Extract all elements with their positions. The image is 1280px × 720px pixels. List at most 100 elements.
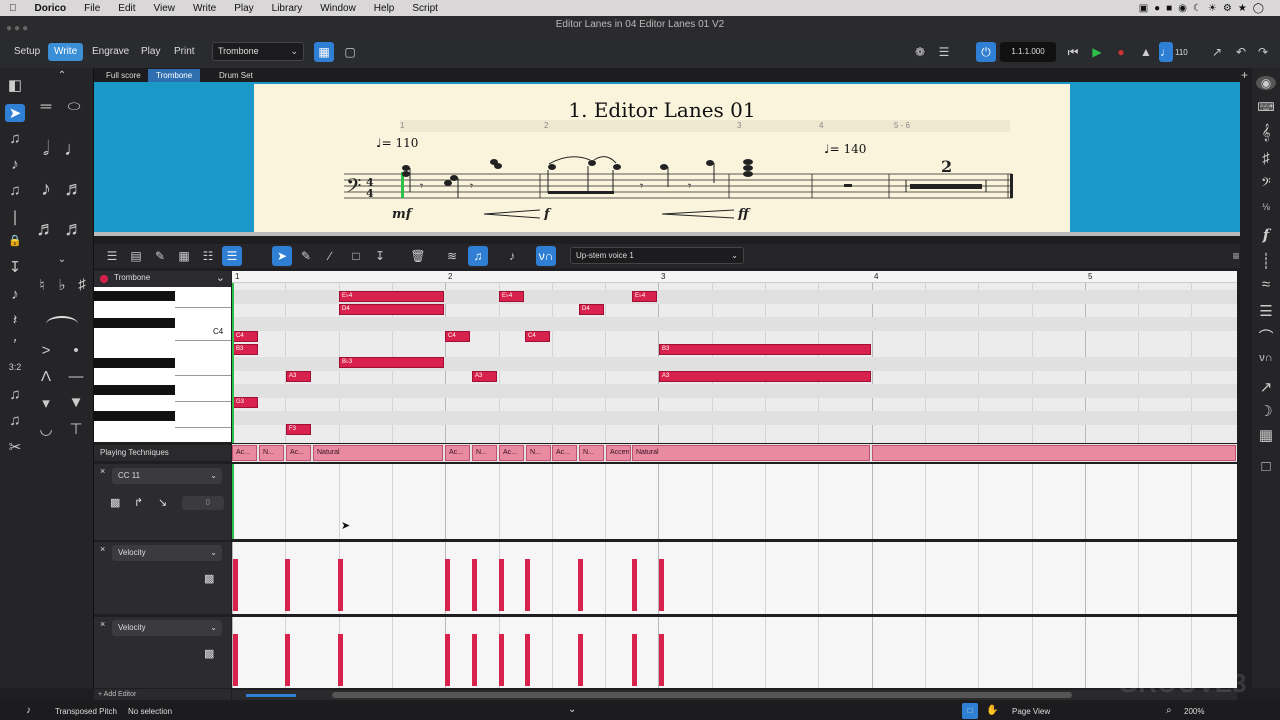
velocity-bar[interactable] (233, 559, 238, 611)
ramp-curve-icon[interactable]: ↘ (158, 496, 167, 509)
velocity-bar[interactable] (285, 634, 290, 686)
velocity-bar[interactable] (659, 634, 664, 686)
cc-lane-select[interactable]: CC 11 ⌄ (112, 468, 222, 484)
treble-clef-icon[interactable]: 𝄞 (1256, 124, 1276, 141)
note-block[interactable]: A3 (472, 371, 497, 382)
technique-segment[interactable]: Ac... (445, 445, 470, 461)
chevron-up-icon[interactable]: ⌃ (52, 70, 72, 81)
half-note-icon[interactable]: 𝅗𝅥 (36, 138, 56, 161)
technique-segment[interactable] (872, 445, 1236, 461)
technique-segment[interactable]: N... (259, 445, 284, 461)
tempo-value[interactable]: 110 (1175, 48, 1188, 57)
select-tool-icon[interactable]: ➤ (272, 246, 292, 266)
tenuto-accent-icon[interactable]: ⊤ (66, 420, 86, 438)
score-page[interactable]: 1. Editor Lanes 01 1 2 3 4 5 - 6 ♩= 110 … (254, 84, 1070, 236)
unstress-icon[interactable]: ◡ (36, 420, 56, 438)
ear-icon[interactable]: ☽ (1256, 402, 1276, 420)
caret-icon[interactable]: ♫ (5, 412, 25, 429)
velocity-bar[interactable] (578, 559, 583, 611)
note-block[interactable]: E♭4 (339, 291, 444, 302)
zoom-slider[interactable] (246, 694, 296, 697)
mode-write-button[interactable]: Write (48, 43, 84, 61)
line-tool-icon[interactable]: ∕ (320, 246, 340, 266)
slur-icon[interactable] (46, 316, 78, 324)
zoom-icon[interactable]: ⌕ (1166, 705, 1172, 716)
technique-segment[interactable]: Ac... (499, 445, 524, 461)
velocity-bar[interactable] (525, 634, 530, 686)
apple-icon[interactable]:  (0, 3, 26, 14)
mode-engrave-button[interactable]: Engrave (86, 43, 135, 61)
chevron-down-icon[interactable]: ⌄ (216, 271, 225, 284)
bar-graph-icon[interactable]: ▩ (204, 572, 214, 585)
accent-icon[interactable]: > (36, 342, 56, 359)
black-key[interactable] (94, 411, 175, 421)
key-signature-icon[interactable]: ♯ (1256, 150, 1276, 167)
velocity-lane-select[interactable]: Velocity ⌄ (112, 620, 222, 636)
velocity-bar[interactable] (632, 559, 637, 611)
close-icon[interactable]: × (100, 466, 105, 476)
note-block[interactable]: E♭4 (499, 291, 524, 302)
mode-print-button[interactable]: Print (168, 43, 201, 61)
close-icon[interactable]: × (100, 619, 105, 629)
cc-lane[interactable]: ➤ (232, 464, 1237, 539)
thirty-second-note-icon[interactable]: ♬ (36, 218, 56, 241)
metronome-icon[interactable]: ▲ (1136, 42, 1156, 62)
tab-drum-set[interactable]: Drum Set (211, 69, 261, 82)
score-scrollbar[interactable] (94, 232, 1240, 236)
dynamics-icon[interactable]: f (1256, 226, 1276, 244)
lock-icon[interactable]: 🔒 (5, 234, 25, 247)
note-block[interactable]: D4 (579, 304, 604, 315)
bars-icon[interactable]: ┊ (1256, 252, 1276, 270)
pencil-icon[interactable]: ✎ (296, 246, 316, 266)
add-editor-button[interactable]: + Add Editor (94, 689, 231, 700)
tab-full-score[interactable]: Full score (98, 69, 149, 82)
note-mode-icon[interactable]: ♫ (468, 246, 488, 266)
technique-segment[interactable]: Ac... (286, 445, 311, 461)
stress-icon[interactable]: ▼ (66, 394, 86, 411)
fermata-icon[interactable]: ⌒ (1256, 326, 1276, 347)
black-key[interactable] (94, 318, 175, 328)
time-signature-icon[interactable]: ⅛ (1256, 202, 1276, 212)
mode-setup-button[interactable]: Setup (8, 43, 46, 61)
chord-diagram-icon[interactable]: ▦ (1256, 426, 1276, 444)
dynamic-f[interactable]: f (543, 207, 552, 220)
power-icon[interactable]: ⏻ (976, 42, 996, 62)
note-block[interactable]: B3 (233, 344, 258, 355)
select-tool-icon[interactable]: ➤ (5, 104, 25, 122)
velocity-bar[interactable] (578, 634, 583, 686)
velocity-bar[interactable] (632, 634, 637, 686)
note-block[interactable]: C4 (525, 331, 550, 342)
velocity-bar[interactable] (233, 634, 238, 686)
velocity-bar[interactable] (659, 559, 664, 611)
menu-view[interactable]: View (145, 3, 185, 14)
piano-roll-icon[interactable]: ▤ (126, 246, 146, 266)
natural-icon[interactable]: ♮ (32, 276, 52, 294)
menu-play[interactable]: Play (225, 3, 262, 14)
technique-segment[interactable]: Natural (632, 445, 870, 461)
velocity-lane[interactable] (232, 617, 1237, 688)
sixty-fourth-note-icon[interactable]: ♬ (64, 218, 84, 241)
velocity-bar[interactable] (445, 559, 450, 611)
galley-view-icon[interactable]: ▦ (314, 42, 334, 62)
menu-help[interactable]: Help (365, 3, 404, 14)
select-mode-icon[interactable]: □ (962, 703, 978, 719)
velocity-lane[interactable] (232, 542, 1237, 614)
insert-icon[interactable]: ↧ (5, 258, 25, 276)
bass-clef-icon[interactable]: 𝄢 (1256, 176, 1276, 193)
key-editor-scrollbar[interactable] (232, 690, 1237, 700)
repeat-icon[interactable]: ☰ (1256, 302, 1276, 320)
playhead[interactable] (232, 283, 234, 443)
playing-technique-icon[interactable]: ν∩ (1256, 352, 1276, 364)
snap-icon[interactable]: ↧ (370, 246, 390, 266)
note-icon[interactable]: ♪ (26, 705, 31, 716)
mixer-icon[interactable]: ☷ (198, 246, 218, 266)
note-block[interactable]: B3 (659, 344, 871, 355)
note-block[interactable]: G3 (233, 397, 258, 408)
velocity-lane-select[interactable]: Velocity ⌄ (112, 545, 222, 561)
marquee-icon[interactable]: □ (346, 246, 366, 266)
score-view[interactable]: 1. Editor Lanes 01 1 2 3 4 5 - 6 ♩= 110 … (94, 82, 1240, 236)
grid-icon[interactable]: ▦ (174, 246, 194, 266)
view-mode[interactable]: Page View (1012, 707, 1050, 716)
flat-icon[interactable]: ♭ (52, 276, 72, 294)
note-block[interactable]: A3 (659, 371, 871, 382)
